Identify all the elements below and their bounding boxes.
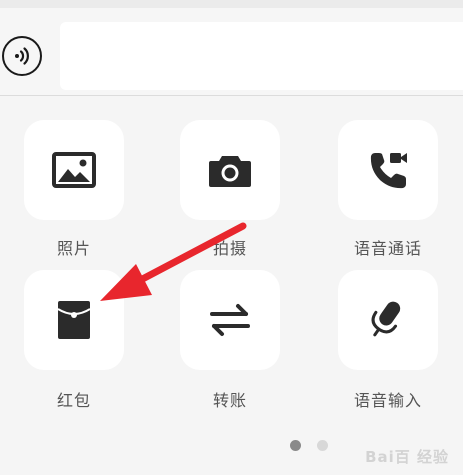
camera-label: 拍摄 <box>212 239 247 258</box>
voice-input-label: 语音输入 <box>353 391 422 410</box>
page-indicator-dot-active[interactable] <box>290 440 301 451</box>
voice-call-label: 语音通话 <box>353 239 422 258</box>
message-input[interactable] <box>60 22 463 90</box>
call-video-icon <box>370 153 407 189</box>
voice-icon <box>15 47 29 65</box>
photo-label: 照片 <box>56 239 91 258</box>
watermark: Bai百 经验 <box>365 448 449 466</box>
camera-icon <box>209 156 251 187</box>
top-strip <box>0 0 463 8</box>
camera-button[interactable] <box>180 120 280 220</box>
microphone-icon <box>371 301 401 337</box>
transfer-button[interactable] <box>180 270 280 370</box>
image-icon <box>52 152 96 188</box>
red-packet-icon <box>57 301 91 339</box>
more-functions-panel: 照片 拍摄 语音通话 红包 转账 语音输入 <box>0 96 463 475</box>
transfer-label: 转账 <box>212 391 247 410</box>
transfer-icon <box>210 304 250 336</box>
red-packet-label: 红包 <box>56 391 91 410</box>
page-indicator-dot-inactive[interactable] <box>317 440 328 451</box>
voice-input-button[interactable] <box>338 270 438 370</box>
photo-button[interactable] <box>24 120 124 220</box>
voice-call-button[interactable] <box>338 120 438 220</box>
red-packet-button[interactable] <box>24 270 124 370</box>
chat-input-bar <box>0 8 463 96</box>
voice-toggle-button[interactable] <box>2 36 42 76</box>
